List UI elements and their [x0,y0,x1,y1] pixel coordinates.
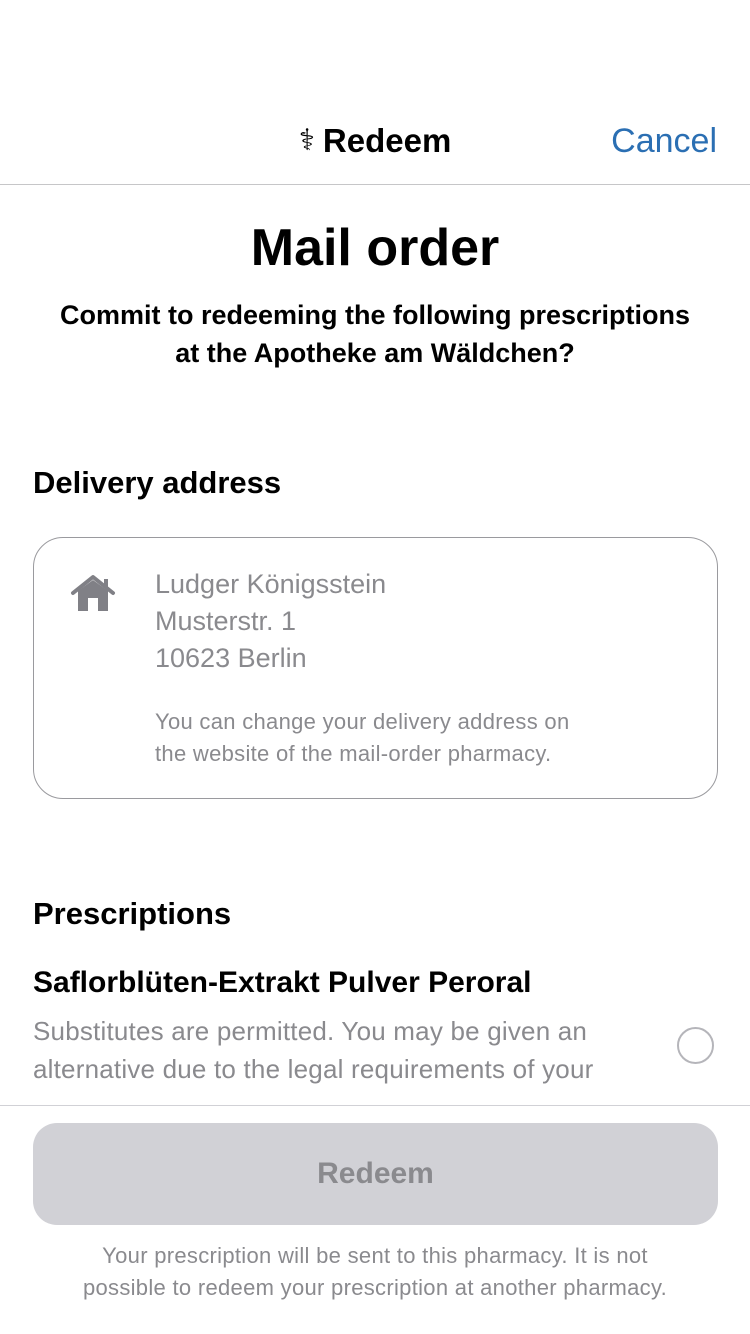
caduceus-icon: ⚕ [298,124,315,157]
prescription-description-line: alternative due to the legal requirement… [33,1054,594,1084]
address-lines: Ludger Königsstein Musterstr. 1 10623 Be… [155,566,386,677]
page-title: Mail order [250,219,500,277]
delivery-address-card: Ludger Königsstein Musterstr. 1 10623 Be… [33,537,718,799]
redeem-button[interactable]: Redeem [33,1123,718,1225]
subtitle-line: at the Apotheke am Wäldchen? [175,338,575,368]
page-subtitle: Commit to redeeming the following prescr… [40,296,710,372]
footer-note-line: possible to redeem your prescription at … [82,1275,668,1300]
address-note: You can change your delivery address on … [155,706,675,770]
footer-note-line: Your prescription will be sent to this p… [102,1243,648,1268]
recipient-name: Ludger Königsstein [155,569,387,599]
prescription-select-radio[interactable] [677,1027,714,1064]
nav-title-label: Redeem [322,122,452,159]
cancel-button[interactable]: Cancel [611,118,717,164]
address-note-line: the website of the mail-order pharmacy. [155,741,552,766]
subtitle-line: Commit to redeeming the following prescr… [59,300,691,330]
postal-city: 10623 Berlin [155,643,307,673]
redeem-screen: ⚕ Redeem Cancel Mail order Commit to red… [0,0,750,1334]
footer-note: Your prescription will be sent to this p… [30,1240,720,1304]
prescription-name: Saflorblüten-Extrakt Pulver Peroral [33,966,532,999]
prescriptions-heading: Prescriptions [33,896,232,931]
house-icon [71,575,115,611]
street-address: Musterstr. 1 [155,606,297,636]
prescription-description: Substitutes are permitted. You may be gi… [33,1012,673,1088]
footer: Redeem Your prescription will be sent to… [0,1105,750,1334]
prescription-description-line: Substitutes are permitted. You may be gi… [33,1016,588,1046]
delivery-address-heading: Delivery address [33,465,282,500]
address-note-line: You can change your delivery address on [155,709,570,734]
navigation-bar: ⚕ Redeem Cancel [0,0,750,185]
